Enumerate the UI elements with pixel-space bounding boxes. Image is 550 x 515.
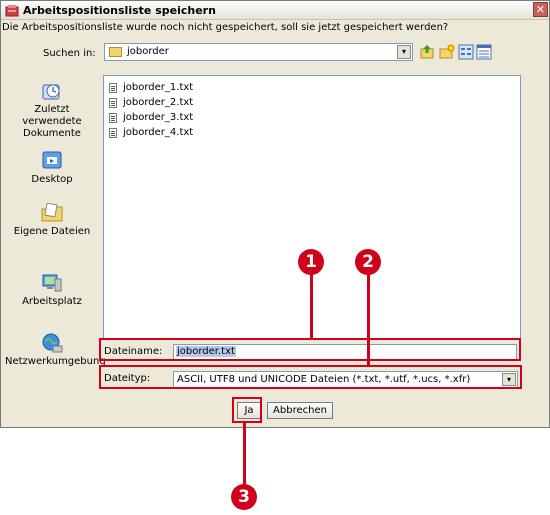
place-label: Zuletzt verwendete Dokumente (22, 104, 82, 139)
close-button[interactable]: ✕ (533, 2, 548, 17)
desktop-icon (42, 151, 62, 169)
my-computer-icon (42, 274, 62, 292)
dialog-message: Die Arbeitspositionsliste wurde noch nic… (2, 22, 449, 33)
up-folder-icon[interactable] (419, 44, 435, 60)
filename-highlight (99, 338, 521, 361)
place-label: Netzwerkumgebung (5, 356, 106, 367)
list-view-icon[interactable] (458, 44, 474, 60)
file-name: joborder_3.txt (123, 112, 194, 123)
filetype-highlight (99, 365, 522, 389)
file-name: joborder_4.txt (123, 127, 194, 138)
folder-icon (109, 47, 122, 57)
cancel-button[interactable]: Abbrechen (267, 402, 333, 419)
place-label: Eigene Dateien (13, 226, 91, 237)
lookin-value: joborder (127, 46, 169, 57)
place-my-computer[interactable]: Arbeitsplatz (5, 273, 99, 308)
window-title: Arbeitspositionsliste speichern (23, 4, 216, 17)
save-dialog: Arbeitspositionsliste speichern ✕ Die Ar… (0, 0, 550, 428)
place-label: Desktop (31, 174, 73, 185)
details-view-icon[interactable] (476, 44, 492, 60)
text-file-icon (109, 113, 117, 123)
file-name: joborder_1.txt (123, 82, 194, 93)
text-file-icon (109, 98, 117, 108)
place-network[interactable]: Netzwerkumgebung (5, 333, 106, 368)
callout-1-line (310, 271, 313, 339)
callout-3: 3 (231, 484, 257, 510)
text-file-icon (109, 128, 117, 138)
callout-1: 1 (298, 249, 324, 275)
network-icon (42, 333, 63, 353)
callout-2-line (367, 271, 370, 366)
places-bar: Zuletzt verwendete Dokumente Desktop Eig… (5, 75, 106, 401)
new-folder-icon[interactable] (439, 44, 455, 60)
lookin-dropdown[interactable]: joborder ▾ (104, 43, 413, 61)
lookin-label: Suchen in: (43, 48, 96, 59)
my-documents-icon (41, 203, 63, 222)
file-name: joborder_2.txt (123, 97, 194, 108)
place-recent[interactable]: Zuletzt verwendete Dokumente (5, 81, 99, 140)
text-file-icon (109, 83, 117, 93)
place-label: Arbeitsplatz (22, 296, 82, 307)
recent-documents-icon (42, 84, 60, 100)
title-bar[interactable]: Arbeitspositionsliste speichern ✕ (1, 1, 549, 20)
place-my-documents[interactable]: Eigene Dateien (5, 203, 99, 238)
yes-button-highlight (232, 397, 262, 423)
app-icon (5, 5, 19, 17)
place-desktop[interactable]: Desktop (5, 151, 99, 186)
callout-3-line (243, 423, 246, 489)
callout-2: 2 (355, 249, 381, 275)
chevron-down-icon[interactable]: ▾ (397, 45, 411, 59)
